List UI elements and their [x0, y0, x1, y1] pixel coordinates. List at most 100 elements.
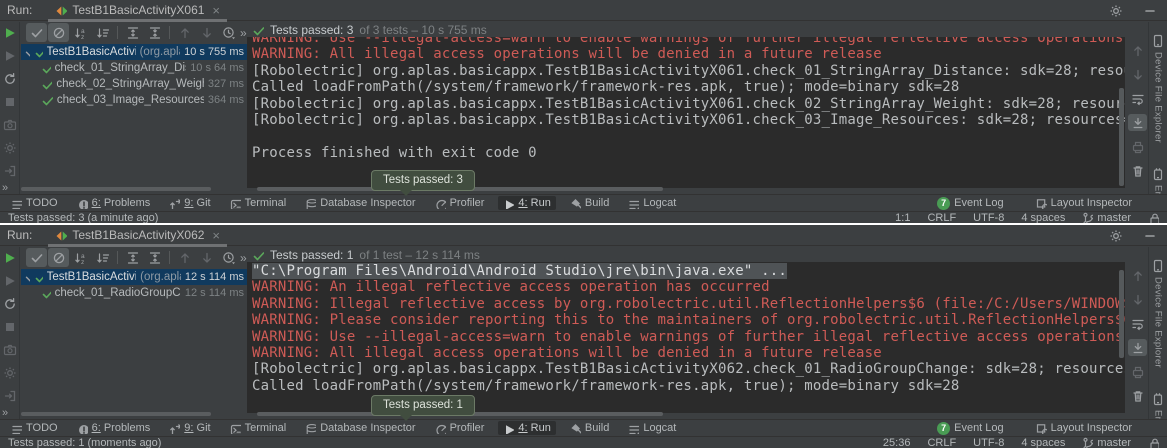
collapse-all-button[interactable]	[144, 248, 165, 267]
toggle-auto-test-icon[interactable]	[3, 72, 17, 86]
console-output[interactable]: "C:\Program Files\Android\Android Studio…	[247, 262, 1125, 413]
screenshot-camera-icon[interactable]	[3, 343, 17, 357]
print-button[interactable]	[1128, 138, 1147, 155]
problems-button[interactable]: 6: Problems	[72, 196, 156, 210]
scroll-to-end-button[interactable]	[1128, 114, 1147, 131]
sort-by-duration-button[interactable]	[92, 23, 113, 42]
console-vertical-scrollbar[interactable]	[1119, 270, 1124, 358]
lock-icon[interactable]	[1148, 437, 1159, 448]
layout-inspector-button[interactable]: Layout Inspector	[1031, 421, 1137, 435]
build-button[interactable]: Build	[565, 196, 614, 210]
file-encoding[interactable]: UTF-8	[973, 437, 1004, 448]
line-ending[interactable]: CRLF	[927, 437, 956, 448]
test-tree-root[interactable]: TestB1BasicActivityX062 (org.aplas.t 12 …	[21, 269, 247, 285]
stop-icon[interactable]	[3, 320, 17, 334]
run-tab[interactable]: TestB1BasicActivityX062 ×	[48, 225, 227, 246]
layout-inspector-button[interactable]: Layout Inspector	[1031, 196, 1137, 210]
tree-horizontal-scrollbar[interactable]	[21, 412, 211, 416]
chevron-down-icon[interactable]	[23, 272, 30, 282]
git-button[interactable]: 9: Git	[164, 421, 215, 435]
test-tree-item[interactable]: check_01_RadioGroupChange 12 s 114 ms	[21, 285, 247, 301]
event-log-button[interactable]: 7Event Log	[932, 196, 1009, 211]
console-output[interactable]: WARNING: Use --illegal-access=warn to en…	[247, 37, 1125, 188]
screenshot-camera-icon[interactable]	[3, 118, 17, 132]
close-icon[interactable]: ×	[212, 4, 220, 17]
down-stack-trace-button[interactable]	[1128, 291, 1147, 308]
todo-button[interactable]: TODO	[6, 421, 63, 435]
test-tree-item[interactable]: check_01_StringArray_Distance 10 s 64 ms	[21, 60, 247, 76]
run-button[interactable]: 4: Run	[498, 196, 555, 210]
minimize-icon[interactable]	[1143, 229, 1157, 243]
device-file-explorer-button[interactable]: Device File Explorer	[1151, 259, 1165, 368]
profiler-gear-icon[interactable]	[3, 366, 17, 380]
down-stack-trace-button[interactable]	[1128, 66, 1147, 83]
up-stack-trace-button[interactable]	[1128, 267, 1147, 284]
up-stack-trace-button[interactable]	[1128, 42, 1147, 59]
rerun-failed-tests-icon[interactable]	[3, 274, 17, 288]
toolbar-overflow-icon[interactable]: »	[240, 251, 246, 265]
indent-setting[interactable]: 4 spaces	[1021, 437, 1065, 448]
sort-by-duration-button[interactable]	[92, 248, 113, 267]
build-button[interactable]: Build	[565, 421, 614, 435]
expand-all-button[interactable]	[122, 23, 143, 42]
collapse-all-button[interactable]	[144, 23, 165, 42]
profiler-button[interactable]: Profiler	[430, 421, 490, 435]
status-message[interactable]: Tests passed: 1 (moments ago)	[8, 437, 161, 448]
gear-icon[interactable]	[1109, 4, 1123, 18]
test-tree-item[interactable]: check_03_Image_Resources 364 ms	[21, 92, 247, 108]
toolbar-overflow-icon[interactable]: »	[240, 26, 246, 40]
show-ignored-button[interactable]	[48, 23, 69, 42]
caret-position[interactable]: 25:36	[883, 437, 911, 448]
tree-horizontal-scrollbar[interactable]	[21, 187, 211, 191]
previous-occurrence-button[interactable]	[174, 248, 195, 267]
clear-all-button[interactable]	[1128, 387, 1147, 404]
soft-wrap-button[interactable]	[1128, 315, 1147, 332]
todo-button[interactable]: TODO	[6, 196, 63, 210]
show-passed-button[interactable]	[26, 23, 47, 42]
previous-occurrence-button[interactable]	[174, 23, 195, 42]
sort-alphabetically-button[interactable]	[70, 248, 91, 267]
chevron-down-icon[interactable]	[23, 47, 30, 57]
stripe-overflow-icon[interactable]: »	[2, 407, 7, 419]
attach-debugger-icon[interactable]	[3, 389, 17, 403]
expand-all-button[interactable]	[122, 248, 143, 267]
indent-setting[interactable]: 4 spaces	[1021, 212, 1065, 224]
console-vertical-scrollbar[interactable]	[1119, 88, 1124, 186]
profiler-gear-icon[interactable]	[3, 141, 17, 155]
show-ignored-button[interactable]	[48, 248, 69, 267]
line-ending[interactable]: CRLF	[927, 212, 956, 224]
stripe-overflow-icon[interactable]: »	[2, 182, 7, 194]
toggle-auto-test-icon[interactable]	[3, 297, 17, 311]
next-occurrence-button[interactable]	[196, 248, 217, 267]
next-occurrence-button[interactable]	[196, 23, 217, 42]
test-history-button[interactable]	[218, 248, 239, 267]
sort-alphabetically-button[interactable]	[70, 23, 91, 42]
scroll-to-end-button[interactable]	[1128, 339, 1147, 356]
show-passed-button[interactable]	[26, 248, 47, 267]
gear-icon[interactable]	[1109, 229, 1123, 243]
git-button[interactable]: 9: Git	[164, 196, 215, 210]
terminal-button[interactable]: Terminal	[225, 196, 292, 210]
print-button[interactable]	[1128, 363, 1147, 380]
terminal-button[interactable]: Terminal	[225, 421, 292, 435]
attach-debugger-icon[interactable]	[3, 164, 17, 178]
file-encoding[interactable]: UTF-8	[973, 212, 1004, 224]
stop-icon[interactable]	[3, 95, 17, 109]
test-history-button[interactable]	[218, 23, 239, 42]
git-branch[interactable]: master	[1082, 437, 1131, 448]
minimize-icon[interactable]	[1143, 4, 1157, 18]
event-log-button[interactable]: 7Event Log	[932, 421, 1009, 436]
device-file-explorer-button[interactable]: Device File Explorer	[1151, 34, 1165, 143]
profiler-button[interactable]: Profiler	[430, 196, 490, 210]
close-icon[interactable]: ×	[212, 229, 220, 242]
run-button[interactable]: 4: Run	[498, 421, 555, 435]
rerun-icon[interactable]	[3, 26, 17, 40]
rerun-icon[interactable]	[3, 251, 17, 265]
git-branch[interactable]: master	[1082, 212, 1131, 224]
logcat-button[interactable]: Logcat	[623, 196, 681, 210]
run-tab[interactable]: TestB1BasicActivityX061 ×	[48, 0, 227, 21]
lock-icon[interactable]	[1148, 212, 1159, 223]
logcat-button[interactable]: Logcat	[623, 421, 681, 435]
caret-position[interactable]: 1:1	[895, 212, 910, 224]
database-inspector-button[interactable]: Database Inspector	[300, 196, 420, 210]
